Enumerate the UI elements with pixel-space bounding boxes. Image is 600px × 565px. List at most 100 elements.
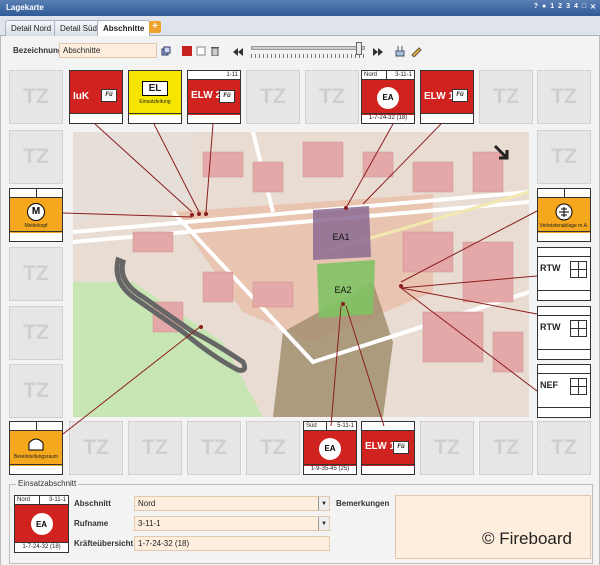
empty-slot[interactable]: TZ (9, 306, 63, 360)
copy-icon[interactable] (161, 46, 171, 56)
kraefteuebersicht-input[interactable]: 1-7-24-32 (18) (134, 536, 330, 551)
unit-card-elw1-bottom[interactable]: ELW 1 Fü (361, 421, 415, 475)
empty-slot[interactable]: TZ (537, 70, 591, 124)
pen-icon[interactable] (410, 45, 422, 57)
unit-name: NEF (540, 380, 558, 390)
chevron-down-icon[interactable]: ▼ (318, 517, 329, 530)
unit-strength: 1-7-24-32 (18) (362, 113, 414, 123)
situation-map[interactable]: EA1 EA2 (73, 132, 529, 417)
tab-detail-sued[interactable]: Detail Süd (54, 20, 103, 36)
bezeichnung-label: Bezeichnung (13, 46, 63, 55)
unit-name: EL (141, 81, 169, 96)
unit-header (10, 422, 62, 431)
unit-card-elw1-top[interactable]: ELW 1 Fü (420, 70, 474, 124)
unit-header: Nord 3-11-1 (362, 71, 414, 80)
unit-card-rtw-2[interactable]: RTW (537, 306, 591, 360)
unit-footer (129, 113, 181, 123)
rufname-value: 3-11-1 (138, 519, 161, 528)
timeline-slider-thumb[interactable] (356, 42, 363, 55)
rewind-icon[interactable] (233, 47, 243, 57)
empty-slot[interactable]: TZ (9, 130, 63, 184)
empty-slot[interactable]: TZ (420, 421, 474, 475)
rtw-grid-icon (570, 320, 587, 337)
unit-card-elw2[interactable]: 1-11 ELW 2 Fü (187, 70, 241, 124)
unit-card-meldekopf[interactable]: M Meldekopf (9, 188, 63, 242)
maximize-icon[interactable]: □ (582, 3, 586, 11)
unit-callsign: 5-11-1 (337, 423, 354, 429)
empty-slot[interactable]: TZ (305, 70, 359, 124)
screen-3-button[interactable]: 3 (566, 3, 570, 11)
close-icon[interactable]: ✕ (590, 3, 596, 11)
unit-area: Nord (364, 72, 378, 78)
unit-body: Verletztenablage m.A. (538, 198, 590, 233)
help-icon[interactable]: ? (534, 3, 538, 11)
unit-name: ELW 1 (365, 441, 396, 452)
empty-slot[interactable]: TZ (479, 421, 533, 475)
empty-slot[interactable]: TZ (9, 247, 63, 301)
empty-slot[interactable]: TZ (128, 421, 182, 475)
delete-icon[interactable] (210, 46, 220, 56)
unit-strength: 1-9-35-45 (25) (304, 464, 356, 474)
unit-name: ELW 2 (191, 90, 222, 101)
abschnitt-select[interactable]: Nord ▼ (134, 496, 330, 511)
empty-slot[interactable]: TZ (246, 421, 300, 475)
screen-4-button[interactable]: 4 (574, 3, 578, 11)
unit-area: Nord (17, 497, 31, 503)
tab-detail-nord[interactable]: Detail Nord (5, 20, 58, 36)
unit-callsign: 3-11-1 (395, 72, 412, 78)
unit-footer (70, 113, 122, 123)
record-icon[interactable]: ● (542, 3, 546, 11)
bemerkungen-textarea[interactable] (395, 495, 591, 559)
add-tab-button[interactable]: + (149, 21, 161, 33)
selected-section-card[interactable]: Nord 3-11-1 EA 1-7-24-32 (18) (14, 495, 69, 553)
unit-area: Süd (306, 423, 317, 429)
unit-body: Bereitstellungsraum (10, 431, 62, 466)
tab-abschnitte[interactable]: Abschnitte (97, 20, 151, 36)
unit-card-ea-nord[interactable]: Nord 3-11-1 EA 1-7-24-32 (18) (361, 70, 415, 124)
unit-card-el[interactable]: EL Einsatzleitung (128, 70, 182, 124)
tool-icon[interactable] (394, 45, 406, 57)
fast-forward-icon[interactable] (373, 47, 383, 57)
unit-card-rtw-1[interactable]: RTW (537, 247, 591, 301)
empty-slot[interactable]: TZ (9, 70, 63, 124)
screen-2-button[interactable]: 2 (558, 3, 562, 11)
empty-slot[interactable]: TZ (69, 421, 123, 475)
unit-card-nef[interactable]: NEF (537, 364, 591, 418)
unit-card-ea-sued[interactable]: Süd 5-11-1 EA 1-9-35-45 (25) (303, 421, 357, 475)
unit-callsign: 3-11-1 (49, 497, 66, 503)
staging-area-icon (28, 438, 44, 451)
nef-grid-icon (570, 378, 587, 395)
empty-slot[interactable]: TZ (187, 421, 241, 475)
color-red-icon[interactable] (182, 46, 192, 56)
map-area-ea1: EA1 (332, 232, 349, 242)
unit-header (10, 189, 62, 198)
ea-symbol: EA (319, 437, 341, 460)
main-area: Bezeichnung Abschnitte TZ IuK Fü EL Eins… (0, 36, 600, 565)
unit-footer (538, 407, 590, 417)
casualty-collection-icon (555, 203, 573, 220)
rufname-select[interactable]: 3-11-1 ▼ (134, 516, 330, 531)
unit-body: ELW 1 Fü (362, 431, 414, 466)
unit-card-iuk[interactable]: IuK Fü (69, 70, 123, 124)
unit-header (538, 307, 590, 316)
unit-card-bereitstellungsraum[interactable]: Bereitstellungsraum (9, 421, 63, 475)
unit-card-verletztenablage[interactable]: Verletztenablage m.A. (537, 188, 591, 242)
bezeichnung-input[interactable]: Abschnitte (59, 43, 157, 58)
empty-slot[interactable]: TZ (479, 70, 533, 124)
screen-1-button[interactable]: 1 (550, 3, 554, 11)
color-white-icon[interactable] (196, 46, 206, 56)
unit-name: IuK (73, 91, 90, 102)
rufname-label: Rufname (74, 519, 109, 528)
empty-slot[interactable]: TZ (9, 364, 63, 418)
empty-slot[interactable]: TZ (246, 70, 300, 124)
empty-slot[interactable]: TZ (537, 421, 591, 475)
chevron-down-icon[interactable]: ▼ (318, 497, 329, 510)
timeline-slider-track[interactable] (251, 46, 365, 50)
fu-badge: Fü (219, 90, 235, 103)
unit-subtitle: Meldekopf (24, 222, 48, 229)
unit-name: RTW (540, 263, 561, 273)
unit-body: EA (304, 431, 356, 466)
unit-body: M Meldekopf (10, 198, 62, 233)
unit-header: 1-11 (188, 71, 240, 80)
empty-slot[interactable]: TZ (537, 130, 591, 184)
